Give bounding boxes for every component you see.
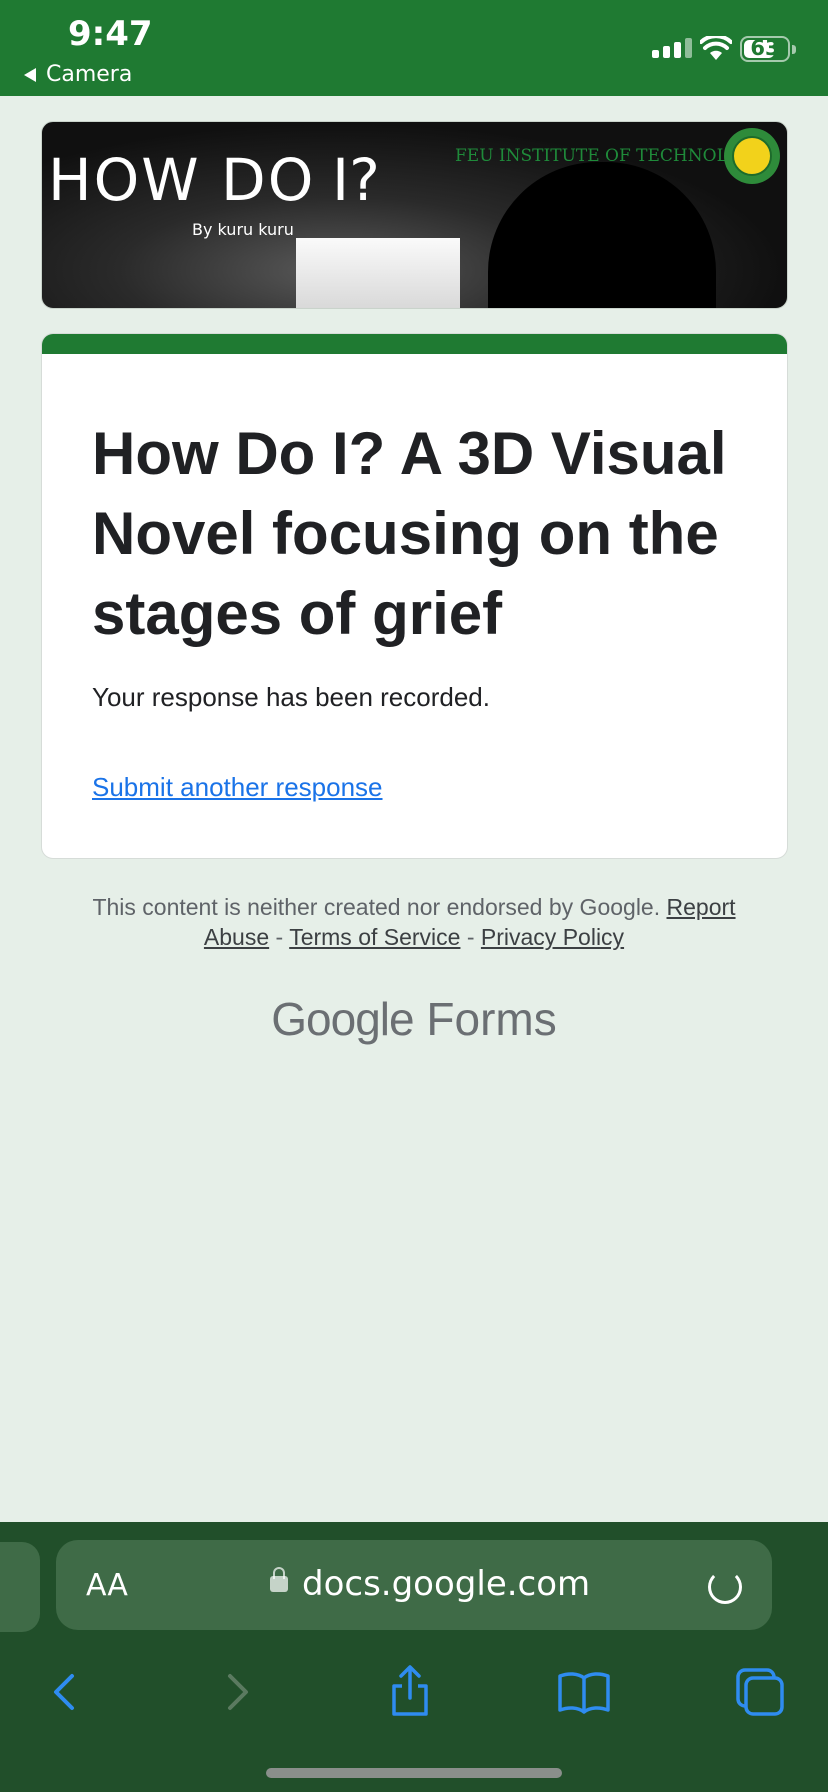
form-header-image: HOW DO I? By kuru kuru FEU INSTITUTE OF … xyxy=(41,121,788,309)
submit-another-link[interactable]: Submit another response xyxy=(92,772,383,803)
institution-seal-icon xyxy=(724,128,780,184)
footer-separator: - xyxy=(275,924,284,950)
lock-icon xyxy=(270,1567,288,1592)
form-title: How Do I? A 3D Visual Novel focusing on … xyxy=(92,420,727,647)
banner-byline: By kuru kuru xyxy=(192,220,294,239)
google-wordmark: Google xyxy=(271,993,414,1045)
url-host: docs.google.com xyxy=(302,1564,591,1604)
banner-title-left: HOW DO xyxy=(48,146,316,214)
bookmarks-icon[interactable] xyxy=(554,1662,614,1722)
back-icon[interactable] xyxy=(36,1662,96,1722)
banner-paper-graphic xyxy=(296,238,460,308)
tabs-icon[interactable] xyxy=(730,1662,790,1722)
back-app-label: Camera xyxy=(46,62,133,87)
back-to-app-button[interactable]: Camera xyxy=(24,62,132,87)
back-triangle-icon xyxy=(24,67,36,82)
banner-silhouette-graphic xyxy=(488,162,716,308)
disclaimer-text: This content is neither created nor endo… xyxy=(92,894,661,920)
clock: 9:47 xyxy=(68,14,153,54)
privacy-link[interactable]: Privacy Policy xyxy=(481,924,624,950)
banner-institution: FEU INSTITUTE OF TECHNOLOGY xyxy=(455,146,767,166)
home-indicator[interactable] xyxy=(266,1768,562,1778)
banner-title-right: I? xyxy=(332,146,380,214)
battery-level: 63 xyxy=(750,36,780,60)
text-size-button[interactable]: AA xyxy=(86,1568,128,1603)
battery-icon: 63 xyxy=(740,36,796,62)
footer-separator: - xyxy=(466,924,475,950)
card-accent-bar xyxy=(42,334,787,354)
reload-icon[interactable] xyxy=(708,1570,742,1604)
status-bar: 9:47 Camera 63 xyxy=(0,0,828,96)
cellular-signal-icon xyxy=(652,38,692,58)
browser-bottom-bar: AA docs.google.com xyxy=(0,1522,828,1792)
confirmation-message: Your response has been recorded. xyxy=(92,682,490,712)
terms-link[interactable]: Terms of Service xyxy=(289,924,460,950)
forward-icon[interactable] xyxy=(206,1662,266,1722)
address-bar[interactable]: AA docs.google.com xyxy=(56,1540,772,1630)
share-icon[interactable] xyxy=(380,1662,440,1722)
footer-disclaimer: This content is neither created nor endo… xyxy=(60,892,768,952)
forms-wordmark: Forms xyxy=(426,993,557,1045)
previous-tab-peek[interactable] xyxy=(0,1542,40,1632)
wifi-icon xyxy=(700,36,732,60)
google-forms-logo[interactable]: Google Forms xyxy=(0,992,828,1046)
confirmation-card: How Do I? A 3D Visual Novel focusing on … xyxy=(41,333,788,859)
